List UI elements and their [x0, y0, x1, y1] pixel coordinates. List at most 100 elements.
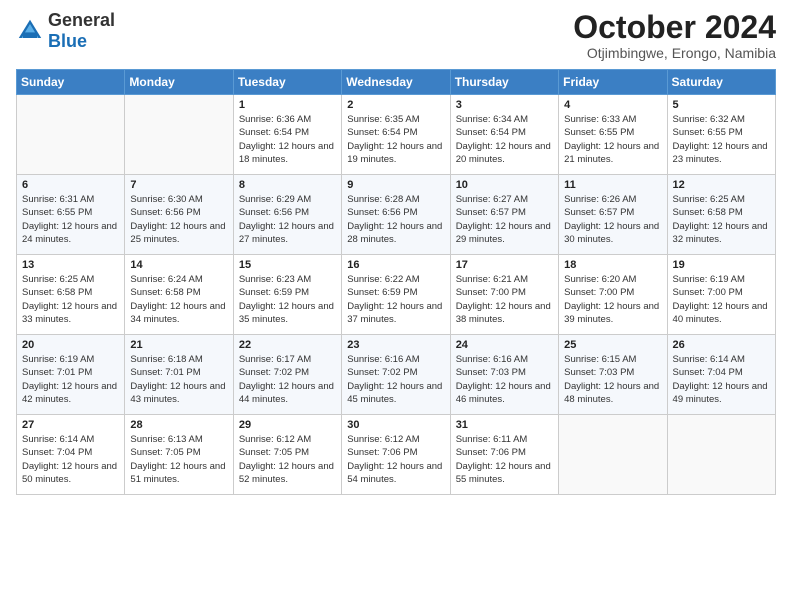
- col-monday: Monday: [125, 70, 233, 95]
- day-info: Sunrise: 6:17 AMSunset: 7:02 PMDaylight:…: [239, 353, 336, 406]
- calendar-week-5: 27 Sunrise: 6:14 AMSunset: 7:04 PMDayligh…: [17, 415, 776, 495]
- day-info: Sunrise: 6:31 AMSunset: 6:55 PMDaylight:…: [22, 193, 119, 246]
- day-info: Sunrise: 6:13 AMSunset: 7:05 PMDaylight:…: [130, 433, 227, 486]
- calendar-cell: 29Sunrise: 6:12 AMSunset: 7:05 PMDayligh…: [233, 415, 341, 495]
- calendar-table: Sunday Monday Tuesday Wednesday Thursday…: [16, 69, 776, 495]
- day-info: Sunrise: 6:16 AMSunset: 7:02 PMDaylight:…: [347, 353, 444, 406]
- calendar-cell: 23 Sunrise: 6:16 AMSunset: 7:02 PMDayligh…: [342, 335, 450, 415]
- logo-general: General: [48, 10, 115, 30]
- day-number: 25: [564, 339, 661, 351]
- day-number: 15: [239, 259, 336, 271]
- logo-blue: Blue: [48, 31, 87, 51]
- calendar-cell: 30Sunrise: 6:12 AMSunset: 7:06 PMDayligh…: [342, 415, 450, 495]
- calendar-week-2: 6 Sunrise: 6:31 AMSunset: 6:55 PMDaylight…: [17, 175, 776, 255]
- calendar-cell: 18 Sunrise: 6:20 AMSunset: 7:00 PMDayligh…: [559, 255, 667, 335]
- day-info: Sunrise: 6:18 AMSunset: 7:01 PMDaylight:…: [130, 353, 227, 406]
- day-number: 23: [347, 339, 444, 351]
- day-number: 19: [673, 259, 770, 271]
- day-info: Sunrise: 6:16 AMSunset: 7:03 PMDaylight:…: [456, 353, 553, 406]
- calendar-cell: [125, 95, 233, 175]
- calendar-cell: 14 Sunrise: 6:24 AMSunset: 6:58 PMDayligh…: [125, 255, 233, 335]
- day-number: 13: [22, 259, 119, 271]
- calendar-cell: [667, 415, 775, 495]
- calendar-header: Sunday Monday Tuesday Wednesday Thursday…: [17, 70, 776, 95]
- col-saturday: Saturday: [667, 70, 775, 95]
- day-number: 5: [673, 99, 770, 111]
- day-number: 18: [564, 259, 661, 271]
- calendar-cell: 2 Sunrise: 6:35 AMSunset: 6:54 PMDaylight…: [342, 95, 450, 175]
- calendar-cell: 20 Sunrise: 6:19 AMSunset: 7:01 PMDayligh…: [17, 335, 125, 415]
- calendar-cell: 10Sunrise: 6:27 AMSunset: 6:57 PMDayligh…: [450, 175, 558, 255]
- day-info: Sunrise: 6:30 AMSunset: 6:56 PMDaylight:…: [130, 193, 227, 246]
- day-info: Sunrise: 6:19 AMSunset: 7:01 PMDaylight:…: [22, 353, 119, 406]
- calendar-body: 1 Sunrise: 6:36 AMSunset: 6:54 PMDaylight…: [17, 95, 776, 495]
- calendar-week-1: 1 Sunrise: 6:36 AMSunset: 6:54 PMDaylight…: [17, 95, 776, 175]
- logo-icon: [16, 17, 44, 45]
- day-info: Sunrise: 6:35 AMSunset: 6:54 PMDaylight:…: [347, 113, 444, 166]
- day-info: Sunrise: 6:32 AMSunset: 6:55 PMDaylight:…: [673, 113, 770, 166]
- day-info: Sunrise: 6:33 AMSunset: 6:55 PMDaylight:…: [564, 113, 661, 166]
- calendar-cell: 16 Sunrise: 6:22 AMSunset: 6:59 PMDayligh…: [342, 255, 450, 335]
- header: General Blue October 2024 Otjimbingwe, E…: [16, 10, 776, 61]
- day-number: 2: [347, 99, 444, 111]
- calendar-cell: 9Sunrise: 6:28 AMSunset: 6:56 PMDaylight…: [342, 175, 450, 255]
- day-number: 12: [673, 179, 770, 191]
- day-number: 1: [239, 99, 336, 111]
- location-subtitle: Otjimbingwe, Erongo, Namibia: [573, 45, 776, 61]
- calendar-cell: 24Sunrise: 6:16 AMSunset: 7:03 PMDayligh…: [450, 335, 558, 415]
- day-number: 22: [239, 339, 336, 351]
- calendar-cell: 1 Sunrise: 6:36 AMSunset: 6:54 PMDaylight…: [233, 95, 341, 175]
- day-info: Sunrise: 6:14 AMSunset: 7:04 PMDaylight:…: [673, 353, 770, 406]
- day-info: Sunrise: 6:22 AMSunset: 6:59 PMDaylight:…: [347, 273, 444, 326]
- calendar-cell: 6 Sunrise: 6:31 AMSunset: 6:55 PMDaylight…: [17, 175, 125, 255]
- day-number: 27: [22, 419, 119, 431]
- calendar-week-3: 13 Sunrise: 6:25 AMSunset: 6:58 PMDayligh…: [17, 255, 776, 335]
- calendar-cell: 15 Sunrise: 6:23 AMSunset: 6:59 PMDayligh…: [233, 255, 341, 335]
- day-number: 4: [564, 99, 661, 111]
- day-info: Sunrise: 6:34 AMSunset: 6:54 PMDaylight:…: [456, 113, 553, 166]
- calendar-cell: 13 Sunrise: 6:25 AMSunset: 6:58 PMDayligh…: [17, 255, 125, 335]
- col-sunday: Sunday: [17, 70, 125, 95]
- day-info: Sunrise: 6:24 AMSunset: 6:58 PMDaylight:…: [130, 273, 227, 326]
- day-info: Sunrise: 6:28 AMSunset: 6:56 PMDaylight:…: [347, 193, 444, 246]
- day-info: Sunrise: 6:14 AMSunset: 7:04 PMDaylight:…: [22, 433, 119, 486]
- day-info: Sunrise: 6:21 AMSunset: 7:00 PMDaylight:…: [456, 273, 553, 326]
- day-number: 28: [130, 419, 227, 431]
- day-info: Sunrise: 6:25 AMSunset: 6:58 PMDaylight:…: [673, 193, 770, 246]
- day-info: Sunrise: 6:26 AMSunset: 6:57 PMDaylight:…: [564, 193, 661, 246]
- day-number: 20: [22, 339, 119, 351]
- col-wednesday: Wednesday: [342, 70, 450, 95]
- col-friday: Friday: [559, 70, 667, 95]
- day-info: Sunrise: 6:23 AMSunset: 6:59 PMDaylight:…: [239, 273, 336, 326]
- calendar-cell: 7 Sunrise: 6:30 AMSunset: 6:56 PMDaylight…: [125, 175, 233, 255]
- day-number: 3: [456, 99, 553, 111]
- day-info: Sunrise: 6:29 AMSunset: 6:56 PMDaylight:…: [239, 193, 336, 246]
- day-number: 26: [673, 339, 770, 351]
- calendar-cell: 27 Sunrise: 6:14 AMSunset: 7:04 PMDayligh…: [17, 415, 125, 495]
- day-info: Sunrise: 6:11 AMSunset: 7:06 PMDaylight:…: [456, 433, 553, 486]
- calendar-cell: 3 Sunrise: 6:34 AMSunset: 6:54 PMDaylight…: [450, 95, 558, 175]
- header-row: Sunday Monday Tuesday Wednesday Thursday…: [17, 70, 776, 95]
- page: General Blue October 2024 Otjimbingwe, E…: [0, 0, 792, 612]
- day-number: 7: [130, 179, 227, 191]
- calendar-week-4: 20 Sunrise: 6:19 AMSunset: 7:01 PMDayligh…: [17, 335, 776, 415]
- calendar-cell: 22 Sunrise: 6:17 AMSunset: 7:02 PMDayligh…: [233, 335, 341, 415]
- calendar-cell: 17Sunrise: 6:21 AMSunset: 7:00 PMDayligh…: [450, 255, 558, 335]
- day-info: Sunrise: 6:36 AMSunset: 6:54 PMDaylight:…: [239, 113, 336, 166]
- day-number: 14: [130, 259, 227, 271]
- day-info: Sunrise: 6:19 AMSunset: 7:00 PMDaylight:…: [673, 273, 770, 326]
- day-info: Sunrise: 6:27 AMSunset: 6:57 PMDaylight:…: [456, 193, 553, 246]
- day-number: 31: [456, 419, 553, 431]
- day-info: Sunrise: 6:25 AMSunset: 6:58 PMDaylight:…: [22, 273, 119, 326]
- day-info: Sunrise: 6:12 AMSunset: 7:05 PMDaylight:…: [239, 433, 336, 486]
- day-number: 16: [347, 259, 444, 271]
- month-title: October 2024: [573, 10, 776, 45]
- day-info: Sunrise: 6:20 AMSunset: 7:00 PMDaylight:…: [564, 273, 661, 326]
- calendar-cell: 12 Sunrise: 6:25 AMSunset: 6:58 PMDayligh…: [667, 175, 775, 255]
- day-number: 6: [22, 179, 119, 191]
- calendar-cell: 25 Sunrise: 6:15 AMSunset: 7:03 PMDayligh…: [559, 335, 667, 415]
- calendar-cell: 4 Sunrise: 6:33 AMSunset: 6:55 PMDaylight…: [559, 95, 667, 175]
- calendar-cell: 11Sunrise: 6:26 AMSunset: 6:57 PMDayligh…: [559, 175, 667, 255]
- day-info: Sunrise: 6:12 AMSunset: 7:06 PMDaylight:…: [347, 433, 444, 486]
- day-info: Sunrise: 6:15 AMSunset: 7:03 PMDaylight:…: [564, 353, 661, 406]
